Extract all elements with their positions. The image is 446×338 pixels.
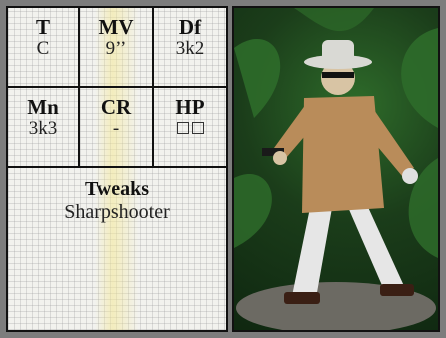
stat-label-t: T [35, 15, 50, 39]
stat-value-cr: - [112, 118, 120, 139]
figure-boot-left [284, 292, 320, 304]
stat-value-df: 3k2 [175, 38, 205, 59]
figure-mask [322, 72, 354, 78]
stat-cell-df: Df 3k2 [154, 8, 226, 88]
figure-hand-left [273, 151, 287, 165]
stat-label-hp: HP [175, 95, 205, 119]
stat-value-mv: 9’’ [105, 38, 127, 59]
stat-cell-t: T C [8, 8, 80, 88]
hp-boxes [176, 122, 204, 134]
miniature-illustration [234, 8, 438, 330]
stat-cell-hp: HP [154, 88, 226, 168]
stat-panel: T C MV 9’’ Df 3k2 Mn 3k3 CR - HP Tweaks … [6, 6, 228, 332]
character-card: T C MV 9’’ Df 3k2 Mn 3k3 CR - HP Tweaks … [0, 0, 446, 338]
stat-cell-mn: Mn 3k3 [8, 88, 80, 168]
stat-label-mv: MV [98, 15, 134, 39]
tweaks-section: Tweaks Sharpshooter [8, 168, 226, 224]
miniature-photo [232, 6, 440, 332]
figure-hand-right [402, 168, 418, 184]
tweaks-value: Sharpshooter [64, 201, 170, 223]
stat-cell-mv: MV 9’’ [80, 8, 154, 88]
hp-box [176, 122, 189, 134]
stat-label-cr: CR [100, 95, 132, 119]
stat-value-mn: 3k3 [28, 118, 58, 139]
stat-value-t: C [36, 38, 50, 59]
hp-box [191, 122, 204, 134]
stat-cell-cr: CR - [80, 88, 154, 168]
figure-boot-right [380, 284, 414, 296]
figure-hat-crown [322, 40, 354, 62]
stat-grid: T C MV 9’’ Df 3k2 Mn 3k3 CR - HP [8, 8, 226, 168]
stat-label-df: Df [178, 15, 202, 39]
tweaks-title: Tweaks [84, 178, 150, 200]
stat-label-mn: Mn [27, 95, 59, 119]
